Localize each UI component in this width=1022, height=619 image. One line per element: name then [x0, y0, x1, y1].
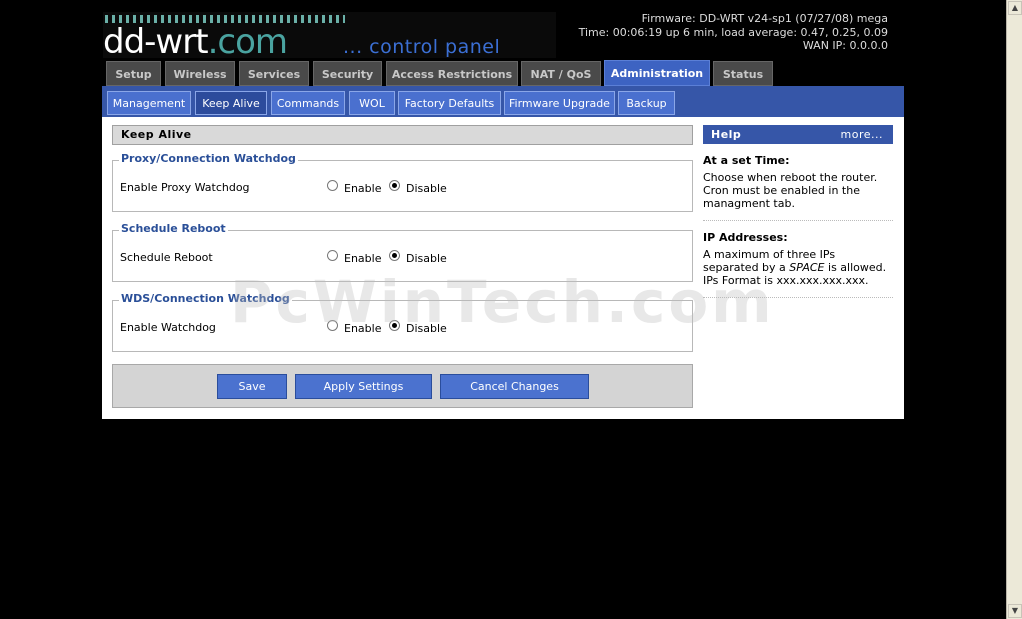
disable-label: Disable: [406, 182, 447, 195]
group-schedule-reboot: Schedule Reboot Schedule Reboot Enable D…: [112, 222, 693, 282]
wan-ip-text: WAN IP: 0.0.0.0: [802, 39, 888, 52]
group-legend: WDS/Connection Watchdog: [119, 292, 292, 305]
subtab-keep-alive[interactable]: Keep Alive: [195, 91, 267, 115]
help-heading: IP Addresses:: [703, 231, 788, 244]
help-header: Help more...: [703, 125, 893, 144]
system-info: Firmware: DD-WRT v24-sp1 (07/27/08) mega…: [579, 12, 888, 53]
enable-radio[interactable]: [327, 250, 338, 261]
scroll-down-icon[interactable]: ▼: [1008, 604, 1022, 618]
tab-wireless[interactable]: Wireless: [165, 61, 235, 86]
logo-word: dd-wrt.com: [103, 22, 288, 62]
uptime-text: Time: 00:06:19 up 6 min, load average: 0…: [578, 25, 888, 39]
enable-radio[interactable]: [327, 320, 338, 331]
help-divider: [703, 297, 893, 298]
tab-access-restrictions[interactable]: Access Restrictions: [386, 61, 518, 86]
section-title: Keep Alive: [112, 125, 693, 145]
field-label: Enable Watchdog: [120, 321, 216, 334]
tab-security[interactable]: Security: [313, 61, 382, 86]
button-bar: Save Apply Settings Cancel Changes: [112, 364, 693, 408]
disable-radio[interactable]: [389, 250, 400, 261]
logo-tagline: ... control panel: [343, 36, 501, 58]
ddwrt-logo: dd-wrt.com ... control panel: [103, 12, 556, 62]
help-text: Choose when reboot the router. Cron must…: [703, 171, 878, 210]
enable-label: Enable: [344, 322, 382, 335]
enable-radio[interactable]: [327, 180, 338, 191]
help-section-ip: IP Addresses: A maximum of three IPs sep…: [703, 231, 893, 287]
tab-status[interactable]: Status: [713, 61, 773, 86]
help-divider: [703, 220, 893, 221]
firmware-text: Firmware: DD-WRT v24-sp1 (07/27/08) mega: [641, 12, 888, 25]
disable-label: Disable: [406, 322, 447, 335]
enable-label: Enable: [344, 252, 382, 265]
scroll-up-icon[interactable]: ▲: [1008, 1, 1022, 15]
help-text-format: IPs Format is xxx.xxx.xxx.xxx.: [703, 274, 869, 287]
tab-setup[interactable]: Setup: [106, 61, 161, 86]
subtab-backup[interactable]: Backup: [618, 91, 675, 115]
field-label: Schedule Reboot: [120, 251, 213, 264]
cancel-changes-button[interactable]: Cancel Changes: [440, 374, 589, 399]
tab-nat-qos[interactable]: NAT / QoS: [521, 61, 601, 86]
subtab-factory-defaults[interactable]: Factory Defaults: [398, 91, 501, 115]
help-heading: At a set Time:: [703, 154, 790, 167]
disable-radio[interactable]: [389, 320, 400, 331]
disable-label: Disable: [406, 252, 447, 265]
group-legend: Schedule Reboot: [119, 222, 228, 235]
subtab-management[interactable]: Management: [107, 91, 191, 115]
help-section-time: At a set Time: Choose when reboot the ro…: [703, 154, 893, 210]
help-text: A maximum of three IPs separated by a SP…: [703, 248, 887, 274]
subtab-firmware-upgrade[interactable]: Firmware Upgrade: [504, 91, 615, 115]
disable-radio[interactable]: [389, 180, 400, 191]
group-proxy-watchdog: Proxy/Connection Watchdog Enable Proxy W…: [112, 152, 693, 212]
apply-settings-button[interactable]: Apply Settings: [295, 374, 432, 399]
subtab-wol[interactable]: WOL: [349, 91, 395, 115]
sub-tabs: Management Keep Alive Commands WOL Facto…: [102, 86, 904, 117]
help-title: Help: [711, 128, 742, 141]
tab-services[interactable]: Services: [239, 61, 309, 86]
group-wds-watchdog: WDS/Connection Watchdog Enable Watchdog …: [112, 292, 693, 352]
save-button[interactable]: Save: [217, 374, 287, 399]
group-legend: Proxy/Connection Watchdog: [119, 152, 298, 165]
enable-label: Enable: [344, 182, 382, 195]
content-panel: Keep Alive Proxy/Connection Watchdog Ena…: [102, 117, 904, 419]
browser-viewport: dd-wrt.com ... control panel Firmware: D…: [0, 0, 1006, 619]
vertical-scrollbar[interactable]: ▲ ▼: [1006, 0, 1022, 619]
tab-administration[interactable]: Administration: [604, 60, 710, 86]
field-label: Enable Proxy Watchdog: [120, 181, 250, 194]
subtab-commands[interactable]: Commands: [271, 91, 345, 115]
help-more-link[interactable]: more...: [841, 125, 883, 144]
